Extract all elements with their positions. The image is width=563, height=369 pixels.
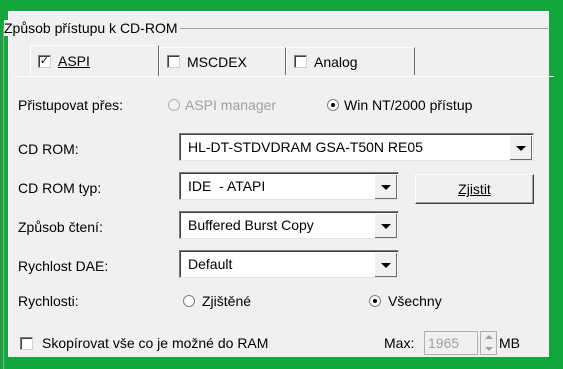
chevron-down-icon xyxy=(381,223,391,229)
aspi-manager-label: ASPI manager xyxy=(185,97,277,113)
dae-speed-label: Rychlost DAE: xyxy=(18,258,109,274)
all-radio[interactable] xyxy=(369,295,381,307)
ram-copy-label: Skopírovat vše co je možné do RAM xyxy=(42,335,269,351)
max-label: Max: xyxy=(384,335,415,351)
cdrom-type-label: CD ROM typ: xyxy=(18,180,102,196)
max-ram-spinner[interactable] xyxy=(480,331,497,355)
aspi-manager-radio[interactable] xyxy=(168,99,180,111)
chevron-down-icon xyxy=(381,184,391,190)
ram-copy-checkbox[interactable] xyxy=(20,336,33,350)
max-ram-value: 1965 xyxy=(428,335,460,351)
read-method-value: Buffered Burst Copy xyxy=(188,217,314,233)
cdrom-select[interactable]: HL-DT-STDVDRAM GSA-T50N RE05 xyxy=(179,133,534,161)
tab-baseline xyxy=(14,76,554,77)
tab-mscdex-label: MSCDEX xyxy=(187,53,247,70)
read-method-label: Způsob čtení: xyxy=(18,219,103,235)
speeds-option-all[interactable]: Všechny xyxy=(369,293,442,309)
chevron-down-icon xyxy=(381,262,391,268)
tab-mscdex[interactable]: MSCDEX xyxy=(159,47,286,75)
win-nt-radio[interactable] xyxy=(327,99,339,111)
win-nt-label: Win NT/2000 přístup xyxy=(344,97,473,113)
tab-aspi-checkbox[interactable]: ✓ xyxy=(38,54,51,68)
read-method-dropdown-button[interactable] xyxy=(374,213,397,238)
access-option-win[interactable]: Win NT/2000 přístup xyxy=(327,97,472,113)
tab-aspi[interactable]: ✓ ASPI xyxy=(30,45,159,76)
spin-down-icon[interactable] xyxy=(485,347,493,351)
speeds-option-detected[interactable]: Zjištěné xyxy=(183,293,251,309)
cdrom-type-dropdown-button[interactable] xyxy=(374,174,397,199)
max-ram-input[interactable]: 1965 xyxy=(424,331,478,355)
read-method-select[interactable]: Buffered Burst Copy xyxy=(179,211,399,239)
cdrom-value: HL-DT-STDVDRAM GSA-T50N RE05 xyxy=(188,139,423,155)
tab-mscdex-checkbox[interactable] xyxy=(167,55,180,68)
detected-radio[interactable] xyxy=(183,295,195,307)
tab-analog-label: Analog xyxy=(314,53,358,70)
tab-analog-checkbox[interactable] xyxy=(294,55,307,68)
spin-up-icon[interactable] xyxy=(485,335,493,339)
dae-speed-select[interactable]: Default xyxy=(179,250,399,278)
cdrom-label: CD ROM: xyxy=(18,141,79,157)
detected-label: Zjištěné xyxy=(202,293,252,309)
access-option-aspi[interactable]: ASPI manager xyxy=(168,97,276,113)
chevron-down-icon xyxy=(516,145,526,151)
cdrom-type-select[interactable]: IDE - ATAPI xyxy=(179,172,399,200)
tab-aspi-label: ASPI xyxy=(58,53,90,69)
dae-speed-value: Default xyxy=(188,256,233,272)
dialog-background: { "group_title": "Způsob přístupu k CD-R… xyxy=(0,0,563,369)
cdrom-dropdown-button[interactable] xyxy=(509,135,532,160)
dae-speed-dropdown-button[interactable] xyxy=(374,252,397,277)
tab-analog[interactable]: Analog xyxy=(286,47,415,75)
detect-button-label: Zjistit xyxy=(458,181,491,197)
access-label: Přistupovat přes: xyxy=(18,97,124,113)
detect-button[interactable]: Zjistit xyxy=(415,174,534,204)
ram-copy-option[interactable]: Skopírovat vše co je možné do RAM xyxy=(20,335,268,351)
group-title: Způsob přístupu k CD-ROM xyxy=(4,20,180,36)
all-label: Všechny xyxy=(388,293,442,309)
speeds-label: Rychlosti: xyxy=(18,293,79,309)
cdrom-type-value: IDE - ATAPI xyxy=(188,178,266,194)
unit-label: MB xyxy=(499,335,520,351)
